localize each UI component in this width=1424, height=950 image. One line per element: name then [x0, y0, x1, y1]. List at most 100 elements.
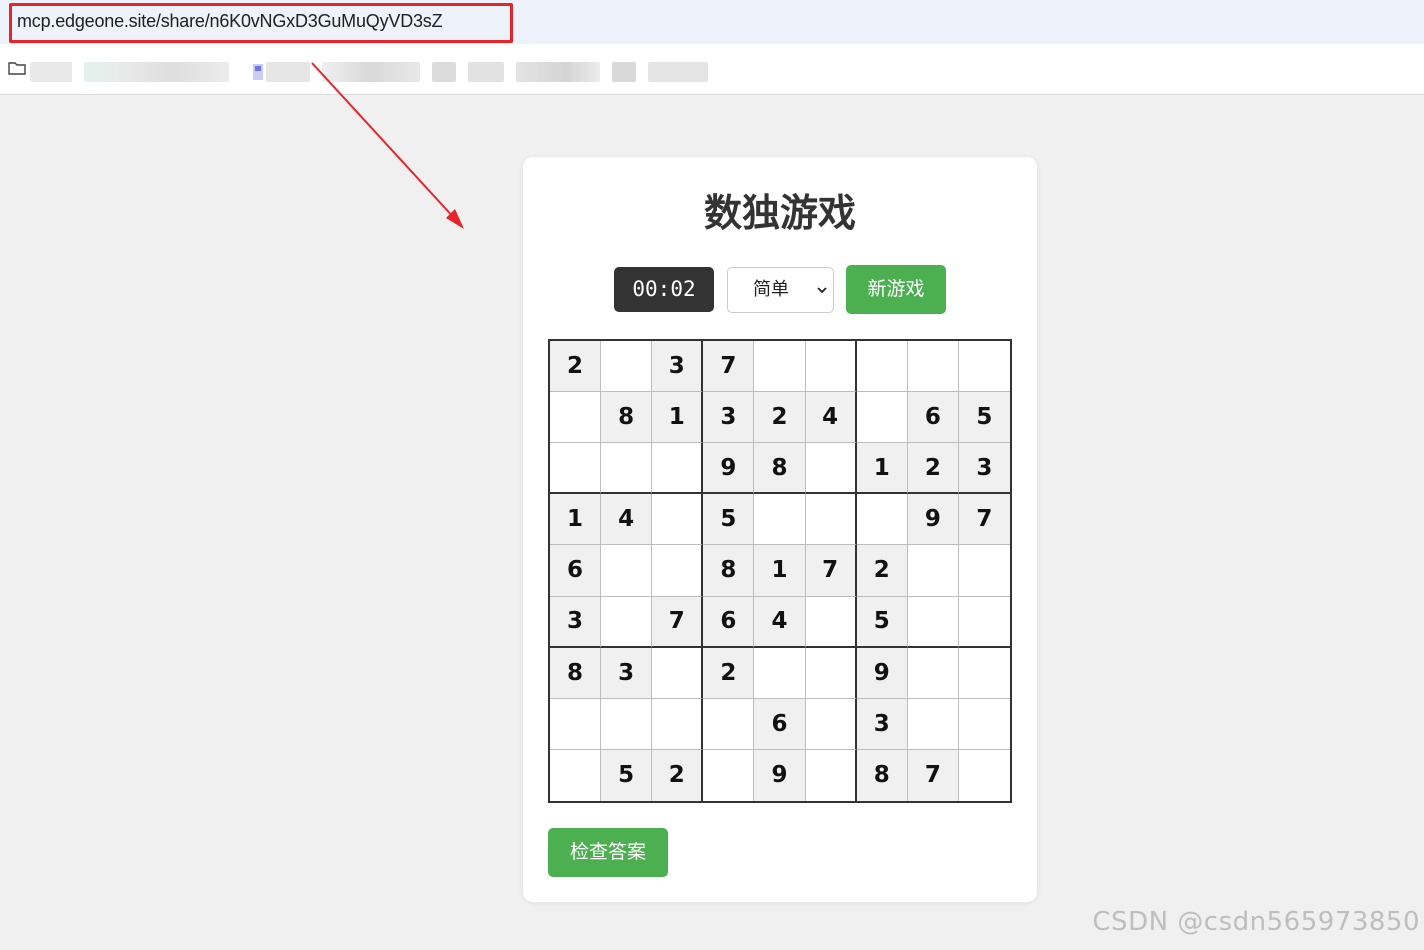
sudoku-cell[interactable] [907, 341, 959, 393]
sudoku-cell[interactable] [856, 341, 908, 393]
sudoku-cell: 2 [652, 749, 704, 801]
sudoku-cell[interactable] [907, 596, 959, 648]
sudoku-cell[interactable] [805, 749, 857, 801]
bookmark-item[interactable] [30, 62, 72, 82]
folder-icon[interactable] [8, 62, 26, 75]
sudoku-cell: 8 [754, 443, 806, 495]
sudoku-cell: 5 [958, 392, 1010, 444]
sudoku-cell: 4 [754, 596, 806, 648]
sudoku-cell[interactable] [703, 749, 755, 801]
sudoku-cell[interactable] [601, 698, 653, 750]
bookmark-item[interactable] [612, 62, 636, 82]
bookmark-item[interactable] [648, 62, 708, 82]
sudoku-cell: 3 [958, 443, 1010, 495]
sudoku-cell[interactable] [958, 749, 1010, 801]
sudoku-cell: 7 [958, 494, 1010, 546]
sudoku-cell: 4 [601, 494, 653, 546]
sudoku-cell: 3 [856, 698, 908, 750]
sudoku-cell[interactable] [907, 545, 959, 597]
sudoku-cell: 6 [907, 392, 959, 444]
sudoku-cell[interactable] [601, 341, 653, 393]
sudoku-cell: 2 [754, 392, 806, 444]
sudoku-cell[interactable] [958, 341, 1010, 393]
sudoku-cell: 3 [652, 341, 704, 393]
sudoku-cell[interactable] [805, 596, 857, 648]
sudoku-cell: 3 [550, 596, 602, 648]
sudoku-cell: 8 [550, 647, 602, 699]
sudoku-cell[interactable] [805, 494, 857, 546]
sudoku-cell[interactable] [754, 341, 806, 393]
sudoku-cell[interactable] [754, 647, 806, 699]
sudoku-cell[interactable] [652, 494, 704, 546]
sudoku-cell: 6 [754, 698, 806, 750]
sudoku-cell[interactable] [805, 341, 857, 393]
bookmark-item[interactable] [516, 62, 600, 82]
sudoku-cell[interactable] [805, 647, 857, 699]
sudoku-cell: 1 [652, 392, 704, 444]
sudoku-cell: 2 [856, 545, 908, 597]
sudoku-grid: 2378132465981231459768172376458329635298… [548, 339, 1012, 803]
sudoku-cell[interactable] [703, 698, 755, 750]
sudoku-cell: 8 [703, 545, 755, 597]
bookmark-item[interactable] [84, 62, 229, 82]
sudoku-cell: 5 [601, 749, 653, 801]
sudoku-cell[interactable] [805, 698, 857, 750]
sudoku-cell[interactable] [652, 545, 704, 597]
sudoku-cell: 7 [652, 596, 704, 648]
sudoku-cell: 7 [907, 749, 959, 801]
sudoku-cell: 9 [754, 749, 806, 801]
annotation-arrow-icon [311, 62, 464, 229]
sudoku-cell[interactable] [958, 698, 1010, 750]
sudoku-cell: 8 [856, 749, 908, 801]
sudoku-cell[interactable] [652, 443, 704, 495]
bookmark-favicon-icon [253, 64, 263, 80]
sudoku-cell[interactable] [652, 647, 704, 699]
sudoku-cell: 8 [601, 392, 653, 444]
sudoku-cell[interactable] [550, 698, 602, 750]
sudoku-cell: 2 [907, 443, 959, 495]
sudoku-cell[interactable] [601, 443, 653, 495]
sudoku-cell: 1 [856, 443, 908, 495]
timer-display: 00:02 [614, 267, 714, 312]
sudoku-cell[interactable] [550, 749, 602, 801]
sudoku-cell[interactable] [958, 545, 1010, 597]
difficulty-select[interactable]: 简单 [727, 267, 834, 313]
chevron-down-icon [817, 287, 827, 294]
sudoku-cell: 4 [805, 392, 857, 444]
difficulty-value: 简单 [753, 279, 789, 300]
sudoku-cell: 5 [703, 494, 755, 546]
sudoku-cell: 9 [907, 494, 959, 546]
game-title: 数独游戏 [703, 191, 856, 235]
sudoku-cell[interactable] [856, 494, 908, 546]
sudoku-cell[interactable] [652, 698, 704, 750]
watermark: CSDN @csdn565973850 [1092, 907, 1420, 937]
sudoku-cell[interactable] [805, 443, 857, 495]
sudoku-cell: 6 [703, 596, 755, 648]
sudoku-cell[interactable] [958, 647, 1010, 699]
sudoku-cell: 3 [703, 392, 755, 444]
sudoku-cell[interactable] [907, 647, 959, 699]
url-highlight-box [9, 3, 513, 43]
sudoku-cell[interactable] [601, 596, 653, 648]
sudoku-cell[interactable] [601, 545, 653, 597]
sudoku-cell[interactable] [550, 392, 602, 444]
sudoku-cell: 1 [754, 545, 806, 597]
sudoku-cell[interactable] [550, 443, 602, 495]
sudoku-cell: 5 [856, 596, 908, 648]
check-answer-button[interactable]: 检查答案 [548, 828, 668, 877]
sudoku-cell: 7 [805, 545, 857, 597]
address-bar: mcp.edgeone.site/share/n6K0vNGxD3GuMuQyV… [0, 0, 1424, 44]
sudoku-card: 数独游戏 00:02 简单 新游戏 2378132465981231459768… [523, 157, 1037, 902]
sudoku-cell: 6 [550, 545, 602, 597]
sudoku-cell: 1 [550, 494, 602, 546]
sudoku-cell[interactable] [856, 392, 908, 444]
sudoku-cell[interactable] [958, 596, 1010, 648]
sudoku-cell: 2 [703, 647, 755, 699]
sudoku-cell: 2 [550, 341, 602, 393]
sudoku-cell: 3 [601, 647, 653, 699]
new-game-button[interactable]: 新游戏 [846, 265, 946, 314]
sudoku-cell[interactable] [907, 698, 959, 750]
sudoku-cell[interactable] [754, 494, 806, 546]
sudoku-cell: 9 [703, 443, 755, 495]
sudoku-cell: 7 [703, 341, 755, 393]
